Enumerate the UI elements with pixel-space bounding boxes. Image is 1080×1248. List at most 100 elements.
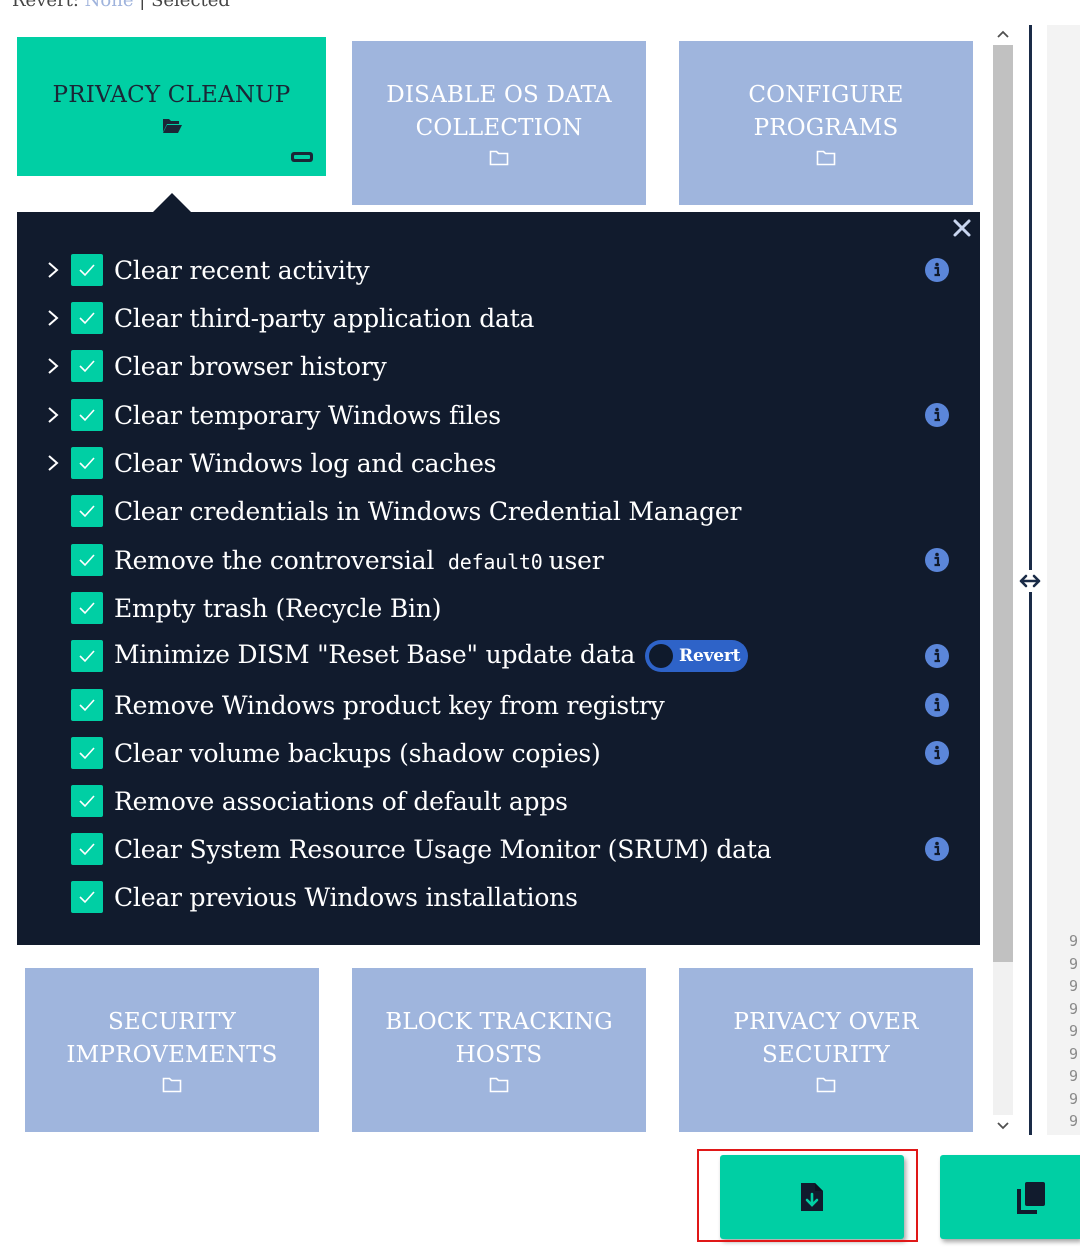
selected-link[interactable]: Selected [151, 0, 230, 11]
checklist-item[interactable]: Clear third-party application data [17, 298, 980, 338]
category-card-privacy-over-security[interactable]: PRIVACY OVER SECURITY [679, 968, 973, 1132]
card-title-line2: PROGRAMS [753, 115, 899, 141]
checklist-item[interactable]: Clear volume backups (shadow copies) [17, 733, 980, 773]
line-number: 9 [1069, 1022, 1079, 1040]
revert-toggle-label: Revert [679, 646, 741, 667]
vertical-scrollbar[interactable] [990, 25, 1015, 1135]
card-title: PRIVACY CLEANUP [52, 82, 291, 108]
checklist-item[interactable]: Clear temporary Windows files [17, 395, 980, 435]
checkmark-icon [79, 312, 95, 325]
info-icon[interactable] [924, 836, 950, 862]
item-label: Empty trash (Recycle Bin) [114, 593, 442, 623]
checklist-item[interactable]: Clear previous Windows installations [17, 877, 980, 917]
chevron-right-icon[interactable] [46, 260, 60, 280]
item-label-text: Minimize DISM "Reset Base" update data [114, 639, 636, 669]
chevron-right-icon[interactable] [46, 405, 60, 425]
item-label-text: Remove the controversial [114, 545, 435, 575]
item-label: Remove Windows product key from registry [114, 691, 665, 720]
copy-script-button[interactable] [940, 1155, 1080, 1239]
item-label: Clear credentials in Windows Credential … [114, 497, 741, 526]
item-label: Clear System Resource Usage Monitor (SRU… [114, 835, 772, 864]
copy-icon [1017, 1182, 1045, 1214]
checkmark-icon [79, 843, 95, 856]
checkbox[interactable] [71, 640, 103, 672]
category-card-security-improvements[interactable]: SECURITY IMPROVEMENTS [25, 968, 319, 1132]
info-icon[interactable] [924, 692, 950, 718]
card-title-line2: COLLECTION [415, 115, 583, 141]
checkmark-icon [79, 795, 95, 808]
checkmark-icon [79, 747, 95, 760]
chevron-right-icon[interactable] [46, 308, 60, 328]
card-title-line1: DISABLE OS DATA [386, 82, 612, 108]
close-icon[interactable] [950, 216, 974, 240]
checkbox[interactable] [71, 254, 103, 286]
checklist-item[interactable]: Clear recent activity [17, 250, 980, 290]
resize-handle[interactable] [1017, 570, 1043, 592]
checkmark-icon [79, 409, 95, 422]
checkbox[interactable] [71, 350, 103, 382]
item-label: Remove associations of default apps [114, 787, 568, 816]
item-label-text: Remove Windows product key from registry [114, 690, 665, 720]
checklist-item[interactable]: Empty trash (Recycle Bin) [17, 588, 980, 628]
checklist-item[interactable]: Remove Windows product key from registry [17, 685, 980, 725]
inline-code: default0 [447, 549, 543, 574]
checklist-item[interactable]: Clear Windows log and caches [17, 443, 980, 483]
checkbox[interactable] [71, 737, 103, 769]
category-card-configure-programs[interactable]: CONFIGURE PROGRAMS [679, 41, 973, 205]
checkmark-icon [79, 457, 95, 470]
checklist-item[interactable]: Clear credentials in Windows Credential … [17, 491, 980, 531]
checkbox[interactable] [71, 495, 103, 527]
checkbox[interactable] [71, 881, 103, 913]
info-icon[interactable] [924, 257, 950, 283]
privacy-cleanup-panel: Clear recent activity Clear third-party a… [17, 212, 980, 945]
scrollbar-thumb[interactable] [993, 45, 1013, 962]
checkbox[interactable] [71, 785, 103, 817]
category-card-block-tracking-hosts[interactable]: BLOCK TRACKING HOSTS [352, 968, 646, 1132]
checkbox[interactable] [71, 689, 103, 721]
selection-badge-icon [291, 152, 313, 162]
checkbox[interactable] [71, 544, 103, 576]
checklist-item[interactable]: Clear System Resource Usage Monitor (SRU… [17, 829, 980, 869]
code-preview-pane[interactable]: 9 9 9 9 9 9 9 9 9 [1047, 25, 1080, 1135]
line-number: 9 [1069, 1112, 1079, 1130]
item-label: Clear volume backups (shadow copies) [114, 739, 601, 768]
item-label-text: Empty trash (Recycle Bin) [114, 593, 442, 623]
item-label: Clear third-party application data [114, 304, 534, 333]
folder-icon [489, 150, 509, 166]
checklist-item[interactable]: Minimize DISM "Reset Base" update data Re… [17, 636, 980, 676]
checkbox[interactable] [71, 833, 103, 865]
scroll-up-arrow-icon[interactable] [995, 27, 1011, 43]
checkmark-icon [79, 264, 95, 277]
resize-horizontal-icon[interactable] [1017, 570, 1043, 592]
info-icon[interactable] [924, 740, 950, 766]
checklist-item[interactable]: Clear browser history [17, 346, 980, 386]
item-label: Clear recent activity [114, 256, 370, 285]
item-label: Clear temporary Windows files [114, 401, 501, 430]
checkbox[interactable] [71, 302, 103, 334]
chevron-right-icon[interactable] [46, 453, 60, 473]
line-number: 9 [1069, 1044, 1079, 1063]
checkbox[interactable] [71, 399, 103, 431]
category-card-disable-os-data-collection[interactable]: DISABLE OS DATA COLLECTION [352, 41, 646, 205]
checkmark-icon [79, 891, 95, 904]
checklist-item[interactable]: Remove the controversial default0 user [17, 540, 980, 580]
chevron-right-icon[interactable] [46, 356, 60, 376]
line-number: 9 [1069, 1089, 1079, 1108]
checkbox[interactable] [71, 447, 103, 479]
checklist-item[interactable]: Remove associations of default apps [17, 781, 980, 821]
checkbox[interactable] [71, 592, 103, 624]
scroll-down-arrow-icon[interactable] [995, 1117, 1011, 1133]
highlight-box [697, 1149, 918, 1242]
info-icon[interactable] [924, 402, 950, 428]
item-label: Clear previous Windows installations [114, 883, 578, 912]
card-title-line2: IMPROVEMENTS [66, 1042, 278, 1068]
info-icon[interactable] [924, 643, 950, 669]
revert-toggle[interactable]: Revert [645, 640, 749, 673]
category-card-privacy-cleanup[interactable]: PRIVACY CLEANUP [17, 37, 326, 176]
line-number: 9 [1069, 954, 1079, 973]
revert-none-link[interactable]: None [85, 0, 134, 11]
item-label: Clear Windows log and caches [114, 449, 496, 478]
card-title-line1: CONFIGURE [748, 82, 904, 108]
info-icon[interactable] [924, 547, 950, 573]
card-title-line1: BLOCK TRACKING [385, 1009, 613, 1035]
